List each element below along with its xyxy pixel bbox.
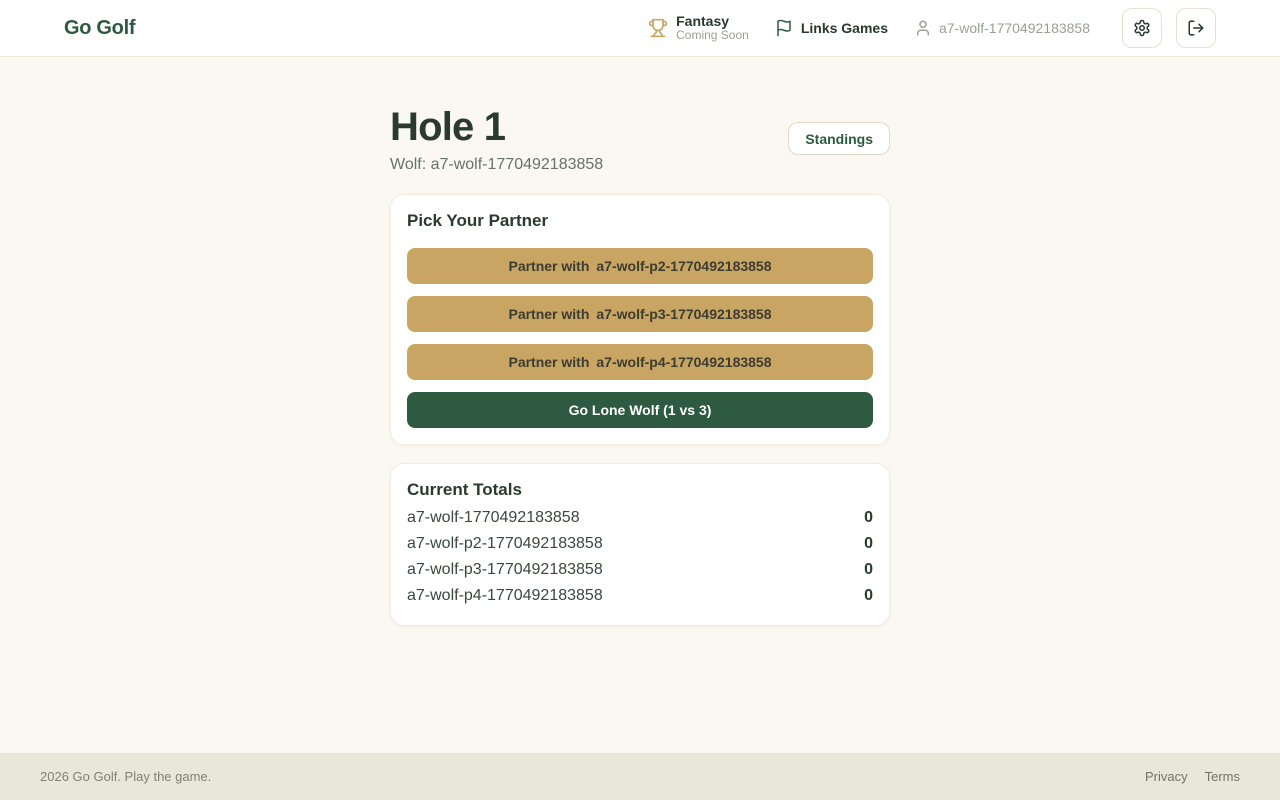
standings-button[interactable]: Standings [788,122,890,155]
username: a7-wolf-1770492183858 [939,20,1090,36]
partner-name: a7-wolf-p4-1770492183858 [596,354,771,370]
current-totals-title: Current Totals [407,480,873,500]
player-name: a7-wolf-p3-1770492183858 [407,561,603,579]
player-score: 0 [864,561,873,579]
header-nav: Fantasy Coming Soon Links Games a7-wolf-… [648,8,1216,48]
gear-icon [1133,19,1151,37]
main-area: Hole 1 Wolf: a7-wolf-1770492183858 Stand… [0,57,1280,753]
page-title: Hole 1 [390,103,603,151]
partner-name: a7-wolf-p3-1770492183858 [596,306,771,322]
user-icon [914,19,932,37]
nav-item-fantasy[interactable]: Fantasy Coming Soon [648,13,749,43]
logout-icon [1187,19,1205,37]
lone-wolf-button[interactable]: Go Lone Wolf (1 vs 3) [407,392,873,428]
logout-button[interactable] [1176,8,1216,48]
privacy-link[interactable]: Privacy [1145,769,1188,784]
player-score: 0 [864,587,873,605]
current-totals-card: Current Totals a7-wolf-1770492183858 0 a… [390,463,890,626]
nav-item-links-games[interactable]: Links Games [775,19,888,37]
terms-link[interactable]: Terms [1205,769,1240,784]
totals-row: a7-wolf-p2-1770492183858 0 [407,531,873,557]
player-name: a7-wolf-p2-1770492183858 [407,535,603,553]
totals-row: a7-wolf-p4-1770492183858 0 [407,583,873,609]
totals-row: a7-wolf-p3-1770492183858 0 [407,557,873,583]
header: Go Golf Fantasy Coming Soon [0,0,1280,57]
fantasy-label: Fantasy [676,13,749,29]
player-score: 0 [864,509,873,527]
footer: 2026 Go Golf. Play the game. Privacy Ter… [0,753,1280,800]
settings-button[interactable] [1122,8,1162,48]
partner-name: a7-wolf-p2-1770492183858 [596,258,771,274]
player-name: a7-wolf-1770492183858 [407,509,580,527]
totals-row: a7-wolf-1770492183858 0 [407,505,873,531]
wolf-subtitle: Wolf: a7-wolf-1770492183858 [390,156,603,174]
fantasy-sublabel: Coming Soon [676,29,749,43]
links-games-label: Links Games [801,20,888,36]
title-row: Hole 1 Wolf: a7-wolf-1770492183858 Stand… [390,103,890,174]
player-score: 0 [864,535,873,553]
partner-button-p3[interactable]: Partner with a7-wolf-p3-1770492183858 [407,296,873,332]
trophy-icon [648,18,668,38]
partner-button-p4[interactable]: Partner with a7-wolf-p4-1770492183858 [407,344,873,380]
copyright-text: 2026 Go Golf. Play the game. [40,769,211,784]
pick-partner-title: Pick Your Partner [407,211,873,231]
flag-icon [775,19,793,37]
pick-partner-card: Pick Your Partner Partner with a7-wolf-p… [390,194,890,445]
player-name: a7-wolf-p4-1770492183858 [407,587,603,605]
partner-button-p2[interactable]: Partner with a7-wolf-p2-1770492183858 [407,248,873,284]
app-logo[interactable]: Go Golf [64,17,135,40]
user-display: a7-wolf-1770492183858 [914,19,1090,37]
